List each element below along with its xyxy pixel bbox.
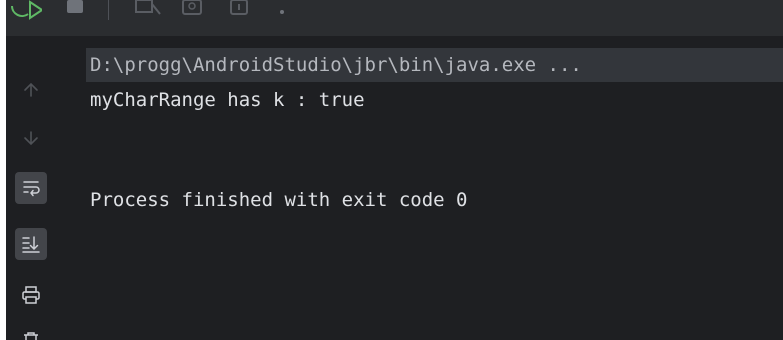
run-tool-window: D:\progg\AndroidStudio\jbr\bin\java.exe … <box>6 0 783 340</box>
more-options-icon[interactable] <box>272 0 292 36</box>
run-toolbar <box>6 0 783 36</box>
print-icon <box>22 286 40 304</box>
up-arrow-icon <box>24 82 38 97</box>
scroll-down-button[interactable] <box>15 122 47 154</box>
soft-wrap-button[interactable] <box>15 172 47 204</box>
console-output[interactable]: D:\progg\AndroidStudio\jbr\bin\java.exe … <box>56 36 783 340</box>
console-sidebar <box>6 36 56 340</box>
soft-wrap-icon <box>23 181 40 197</box>
pin-icon[interactable] <box>226 0 256 36</box>
rerun-icon[interactable] <box>6 0 42 36</box>
print-button[interactable] <box>15 279 47 311</box>
scroll-up-button[interactable] <box>15 74 47 106</box>
down-arrow-icon <box>24 131 38 146</box>
clear-all-button[interactable] <box>15 324 47 340</box>
toolbar-separator <box>108 0 109 20</box>
command-line[interactable]: D:\progg\AndroidStudio\jbr\bin\java.exe … <box>86 48 783 82</box>
trash-icon <box>24 332 38 340</box>
process-finished-line: Process finished with exit code 0 <box>90 189 468 211</box>
restore-layout-icon[interactable] <box>178 0 208 36</box>
camera-icon[interactable] <box>130 0 164 36</box>
scroll-to-end-icon <box>22 236 40 253</box>
scroll-to-end-button[interactable] <box>15 228 47 260</box>
output-line: myCharRange has k : true <box>90 89 365 111</box>
stop-icon[interactable] <box>62 0 92 36</box>
